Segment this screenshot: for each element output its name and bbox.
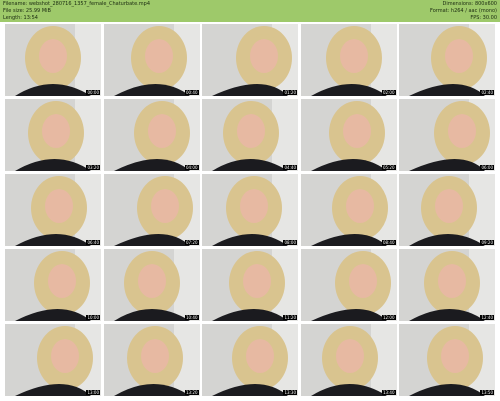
- thumbnail-image: [103, 324, 200, 396]
- timestamp-label: 08:00: [283, 240, 297, 245]
- thumbnail-image: [300, 324, 397, 396]
- timestamp-label: 06:00: [480, 165, 494, 170]
- thumbnail-image: [399, 249, 495, 321]
- video-thumbnail[interactable]: 02:40: [399, 24, 495, 96]
- thumbnail-image: [399, 99, 495, 171]
- header-left: Filename: webshot_280716_1357_female_Cha…: [3, 1, 150, 22]
- thumbnail-image: [399, 24, 495, 96]
- thumbnail-image: [399, 324, 495, 396]
- thumbnail-image: [202, 249, 298, 321]
- thumbnail-image: [103, 249, 200, 321]
- video-thumbnail[interactable]: 06:40: [5, 174, 101, 246]
- video-thumbnail[interactable]: 02:00: [300, 24, 397, 96]
- timestamp-label: 07:20: [184, 240, 199, 245]
- timestamp-label: 02:00: [381, 90, 396, 95]
- video-thumbnail[interactable]: 09:20: [399, 174, 495, 246]
- length-text: Length: 13:54: [3, 15, 38, 21]
- contact-sheet: Filename: webshot_280716_1357_female_Cha…: [0, 0, 500, 401]
- video-thumbnail[interactable]: 12:00: [300, 249, 397, 321]
- timestamp-label: 04:40: [283, 165, 297, 170]
- timestamp-label: 04:00: [184, 165, 199, 170]
- timestamp-label: 08:40: [381, 240, 396, 245]
- video-thumbnail[interactable]: 10:40: [103, 249, 200, 321]
- timestamp-label: 12:40: [480, 315, 494, 320]
- timestamp-label: 12:00: [381, 315, 396, 320]
- video-thumbnail[interactable]: 07:20: [103, 174, 200, 246]
- thumbnail-image: [103, 174, 200, 246]
- video-thumbnail[interactable]: 12:40: [399, 249, 495, 321]
- fps-text: FPS: 30.00: [470, 15, 497, 21]
- timestamp-label: 13:50: [480, 390, 494, 395]
- thumbnail-image: [5, 24, 101, 96]
- thumbnail-image: [103, 99, 200, 171]
- timestamp-label: 05:20: [381, 165, 396, 170]
- timestamp-label: 10:40: [184, 315, 199, 320]
- video-thumbnail[interactable]: 08:00: [202, 174, 298, 246]
- video-thumbnail[interactable]: 11:20: [202, 249, 298, 321]
- thumbnail-image: [5, 249, 101, 321]
- timestamp-label: 06:40: [86, 240, 100, 245]
- timestamp-label: 13:40: [381, 390, 396, 395]
- video-thumbnail[interactable]: 10:00: [5, 249, 101, 321]
- thumbnail-image: [300, 24, 397, 96]
- filename-text: Filename: webshot_280716_1357_female_Cha…: [3, 1, 150, 7]
- thumbnail-image: [5, 174, 101, 246]
- video-thumbnail[interactable]: 13:20: [103, 324, 200, 396]
- timestamp-label: 13:30: [283, 390, 297, 395]
- header-right: Dimensions: 800x600 Format: h264 / aac (…: [430, 1, 497, 22]
- thumbnail-image: [103, 24, 200, 96]
- thumbnail-image: [399, 174, 495, 246]
- video-thumbnail[interactable]: 00:00: [5, 24, 101, 96]
- thumbnail-image: [202, 99, 298, 171]
- video-thumbnail[interactable]: 04:40: [202, 99, 298, 171]
- video-thumbnail[interactable]: 05:20: [300, 99, 397, 171]
- video-thumbnail[interactable]: 08:40: [300, 174, 397, 246]
- filesize-text: File size: 25.99 MiB: [3, 8, 51, 14]
- format-text: Format: h264 / aac (mono): [430, 8, 497, 14]
- thumbnail-image: [5, 324, 101, 396]
- video-thumbnail[interactable]: 04:00: [103, 99, 200, 171]
- thumbnail-image: [300, 174, 397, 246]
- timestamp-label: 11:20: [283, 315, 297, 320]
- timestamp-label: 02:40: [480, 90, 494, 95]
- video-thumbnail[interactable]: 13:50: [399, 324, 495, 396]
- timestamp-label: 09:20: [480, 240, 494, 245]
- thumbnail-image: [202, 324, 298, 396]
- video-thumbnail[interactable]: 03:20: [5, 99, 101, 171]
- timestamp-label: 03:20: [86, 165, 100, 170]
- timestamp-label: 00:40: [184, 90, 199, 95]
- thumbnail-image: [300, 249, 397, 321]
- timestamp-label: 13:20: [184, 390, 199, 395]
- thumbnail-image: [202, 174, 298, 246]
- thumbnail-image: [5, 99, 101, 171]
- video-thumbnail[interactable]: 13:40: [300, 324, 397, 396]
- timestamp-label: 10:00: [86, 315, 100, 320]
- video-thumbnail[interactable]: 00:40: [103, 24, 200, 96]
- timestamp-label: 01:20: [283, 90, 297, 95]
- info-header: Filename: webshot_280716_1357_female_Cha…: [0, 0, 500, 22]
- video-thumbnail[interactable]: 01:20: [202, 24, 298, 96]
- thumbnail-image: [300, 99, 397, 171]
- dimensions-text: Dimensions: 800x600: [442, 1, 497, 7]
- timestamp-label: 00:00: [86, 90, 100, 95]
- video-thumbnail[interactable]: 06:00: [399, 99, 495, 171]
- thumbnail-grid: 00:00 00:40 01:20 02:00 02:40 03:20 04:00 04:40…: [5, 24, 495, 397]
- video-thumbnail[interactable]: 13:00: [5, 324, 101, 396]
- timestamp-label: 13:00: [86, 390, 100, 395]
- thumbnail-image: [202, 24, 298, 96]
- video-thumbnail[interactable]: 13:30: [202, 324, 298, 396]
